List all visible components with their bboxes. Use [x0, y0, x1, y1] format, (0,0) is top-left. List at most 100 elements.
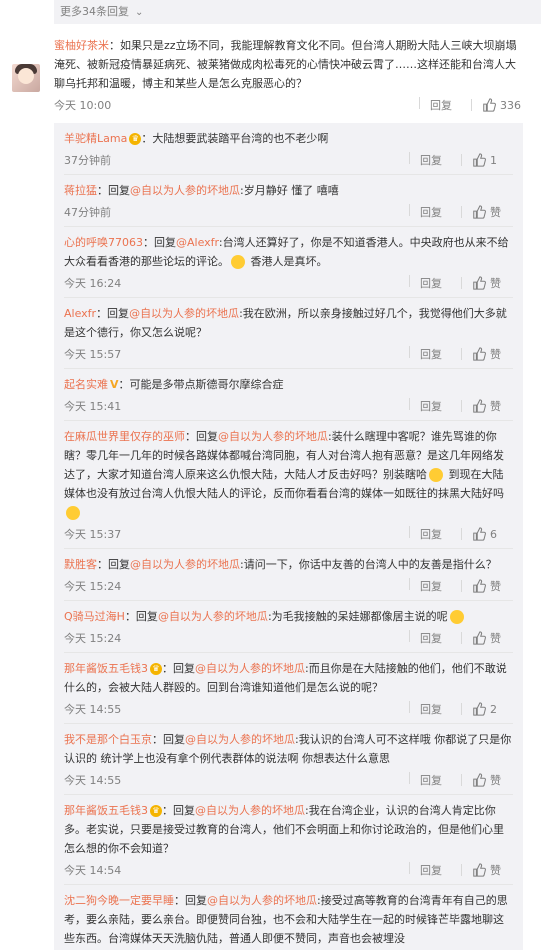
like-button[interactable]: 赞 [461, 204, 513, 220]
reply-body: ：大陆想要武装踏平台湾的也不老少啊 [141, 132, 329, 145]
like-button[interactable]: 6 [461, 527, 513, 541]
reply-prefix: ：回复 [143, 236, 176, 249]
reply-prefix: ：回复 [152, 733, 185, 746]
reply-to-link[interactable]: @自以为人参的坏地瓜 [195, 662, 305, 675]
reply-text: 沈二狗今晚一定要早睡：回复@自以为人参的坏地瓜:接受过高等教育的台湾青年有自己的… [64, 891, 513, 948]
reply-prefix: ：回复 [185, 430, 218, 443]
verified-v-icon: V [110, 378, 119, 391]
reply-text: 心的呼唤77063：回复@Alexfr:台湾人还算好了，你是不知道香港人。中央政… [64, 233, 513, 271]
thumbs-up-icon [483, 98, 496, 112]
reply-text: 默胜客：回复@自以为人参的坏地瓜:请问一下，你话中友善的台湾人中的友善是指什么？ [64, 555, 513, 574]
thumbs-up-icon [473, 863, 486, 877]
more-replies-label[interactable]: 更多34条回复 [60, 5, 129, 18]
reply-button[interactable]: 回复 [409, 346, 461, 362]
reply-meta: 今天 15:57 回复赞 [64, 342, 513, 366]
reply-prefix: ：回复 [97, 558, 130, 571]
like-button[interactable]: 赞 [461, 862, 513, 878]
reply-username[interactable]: 沈二狗今晚一定要早睡 [64, 894, 174, 907]
reply-to-link[interactable]: @自以为人参的坏地瓜 [129, 307, 239, 320]
comment-time: 今天 10:00 [54, 99, 112, 112]
thumbs-up-icon [473, 579, 486, 593]
reply-username[interactable]: 默胜客 [64, 558, 97, 571]
reply-time: 今天 15:24 [64, 580, 122, 593]
reply-to-link[interactable]: @自以为人参的坏地瓜 [185, 733, 295, 746]
member-badge-icon: ♛ [150, 663, 162, 675]
reply-body: ：可能是多带点斯德哥尔摩综合症 [118, 378, 284, 391]
main-comment: 蜜柚好茶米：如果只是zz立场不同，我能理解教育文化不同。但台湾人期盼大陆人三峡大… [0, 24, 541, 117]
reply-body: :请问一下，你话中友善的台湾人中的友善是指什么？ [240, 558, 497, 571]
emoji-icon [231, 255, 245, 269]
reply-time: 今天 14:55 [64, 774, 122, 787]
reply-time: 今天 15:57 [64, 348, 122, 361]
reply-to-link[interactable]: @自以为人参的坏地瓜 [130, 558, 240, 571]
reply-button[interactable]: 回复 [409, 152, 461, 168]
reply-prefix: ：回复 [124, 610, 158, 623]
reply-item: 心的呼唤77063：回复@Alexfr:台湾人还算好了，你是不知道香港人。中央政… [64, 227, 513, 298]
comment-username[interactable]: 蜜柚好茶米 [54, 39, 109, 52]
more-replies-top[interactable]: 更多34条回复 ⌄ [54, 0, 541, 24]
reply-username[interactable]: 那年酱饭五毛钱3 [64, 662, 148, 675]
reply-time: 今天 14:54 [64, 864, 122, 877]
like-button[interactable]: 2 [461, 702, 513, 716]
reply-button[interactable]: 回复 [409, 398, 461, 414]
reply-text: 那年酱饭五毛钱3 ♛ ：回复@自以为人参的坏地瓜:我在台湾企业，认识的台湾人肯定比你… [64, 801, 513, 858]
reply-button[interactable]: 回复 [409, 204, 461, 220]
reply-username[interactable]: 羊驼精Lama [64, 132, 127, 145]
reply-username[interactable]: 蒋拉猛 [64, 184, 97, 197]
reply-button[interactable]: 回复 [409, 275, 461, 291]
like-button[interactable]: 赞 [461, 772, 513, 788]
reply-button[interactable]: 回复 [409, 772, 461, 788]
reply-time: 今天 15:41 [64, 400, 122, 413]
reply-button[interactable]: 回复 [409, 862, 461, 878]
emoji-icon [429, 468, 443, 482]
reply-time: 今天 14:55 [64, 703, 122, 716]
like-button[interactable]: 赞 [461, 578, 513, 594]
like-button[interactable]: 赞 [461, 398, 513, 414]
reply-username[interactable]: Q骑马过海H [64, 610, 125, 623]
reply-prefix: ：回复 [174, 894, 207, 907]
avatar[interactable] [12, 64, 40, 92]
reply-to-link[interactable]: @自以为人参的坏地瓜 [207, 894, 317, 907]
reply-text: 在麻瓜世界里仅存的巫师：回复@自以为人参的坏地瓜:装什么瞎理中客呢？谁先骂谁的你… [64, 427, 513, 522]
like-button[interactable]: 赞 [461, 630, 513, 646]
like-button[interactable]: 1 [461, 153, 513, 167]
reply-button[interactable]: 回复 [409, 578, 461, 594]
reply-to-link[interactable]: @自以为人参的坏地瓜 [158, 610, 268, 623]
reply-to-link[interactable]: @自以为人参的坏地瓜 [195, 804, 305, 817]
thumbs-up-icon [473, 631, 486, 645]
reply-to-link[interactable]: @自以为人参的坏地瓜 [218, 430, 328, 443]
reply-username[interactable]: 我不是那个白玉京 [64, 733, 152, 746]
reply-prefix: ：回复 [96, 307, 130, 320]
reply-button[interactable]: 回复 [409, 701, 461, 717]
reply-body-cont: 香港人是真坏。 [247, 255, 328, 268]
like-button[interactable]: 赞 [461, 346, 513, 362]
reply-meta: 今天 14:54 回复赞 [64, 858, 513, 882]
reply-button[interactable]: 回复 [409, 630, 461, 646]
reply-time: 今天 15:24 [64, 632, 122, 645]
reply-username[interactable]: 在麻瓜世界里仅存的巫师 [64, 430, 185, 443]
reply-meta: 今天 15:24 回复赞 [64, 626, 513, 650]
reply-text: 蒋拉猛：回复@自以为人参的坏地瓜:岁月静好 懂了 嘻嘻 [64, 181, 513, 200]
chevron-down-icon[interactable]: ⌄ [135, 7, 143, 18]
reply-button[interactable]: 回复 [419, 97, 471, 113]
reply-text: 我不是那个白玉京：回复@自以为人参的坏地瓜:我认识的台湾人可不这样哦 你都说了只… [64, 730, 513, 768]
member-badge-icon: ♛ [129, 133, 142, 145]
reply-time: 今天 16:24 [64, 277, 122, 290]
reply-username[interactable]: 那年酱饭五毛钱3 [64, 804, 148, 817]
reply-to-link[interactable]: @Alexfr [176, 236, 219, 249]
reply-item: 羊驼精Lama ♛ ：大陆想要武装踏平台湾的也不老少啊 37分钟前 回复 1 [64, 123, 513, 175]
reply-list: 羊驼精Lama ♛ ：大陆想要武装踏平台湾的也不老少啊 37分钟前 回复 1 蒋拉猛：回复@… [54, 123, 523, 950]
reply-to-link[interactable]: @自以为人参的坏地瓜 [130, 184, 240, 197]
reply-text: 羊驼精Lama ♛ ：大陆想要武装踏平台湾的也不老少啊 [64, 129, 513, 148]
like-button[interactable]: 赞 [461, 275, 513, 291]
reply-item: 那年酱饭五毛钱3 ♛ ：回复@自以为人参的坏地瓜:而且你是在大陆接触的他们，他们不敢… [64, 653, 513, 724]
reply-prefix: ：回复 [162, 662, 195, 675]
reply-username[interactable]: 起名实难 [64, 378, 108, 391]
reply-username[interactable]: Alexfr [64, 307, 96, 320]
reply-item: 我不是那个白玉京：回复@自以为人参的坏地瓜:我认识的台湾人可不这样哦 你都说了只… [64, 724, 513, 795]
reply-text: Q骑马过海H：回复@自以为人参的坏地瓜:为毛我接触的呆娃娜都像居主说的呢 [64, 607, 513, 626]
reply-username[interactable]: 心的呼唤77063 [64, 236, 143, 249]
reply-button[interactable]: 回复 [409, 526, 461, 542]
like-button[interactable]: 336 [471, 98, 523, 112]
emoji-icon [449, 610, 464, 624]
